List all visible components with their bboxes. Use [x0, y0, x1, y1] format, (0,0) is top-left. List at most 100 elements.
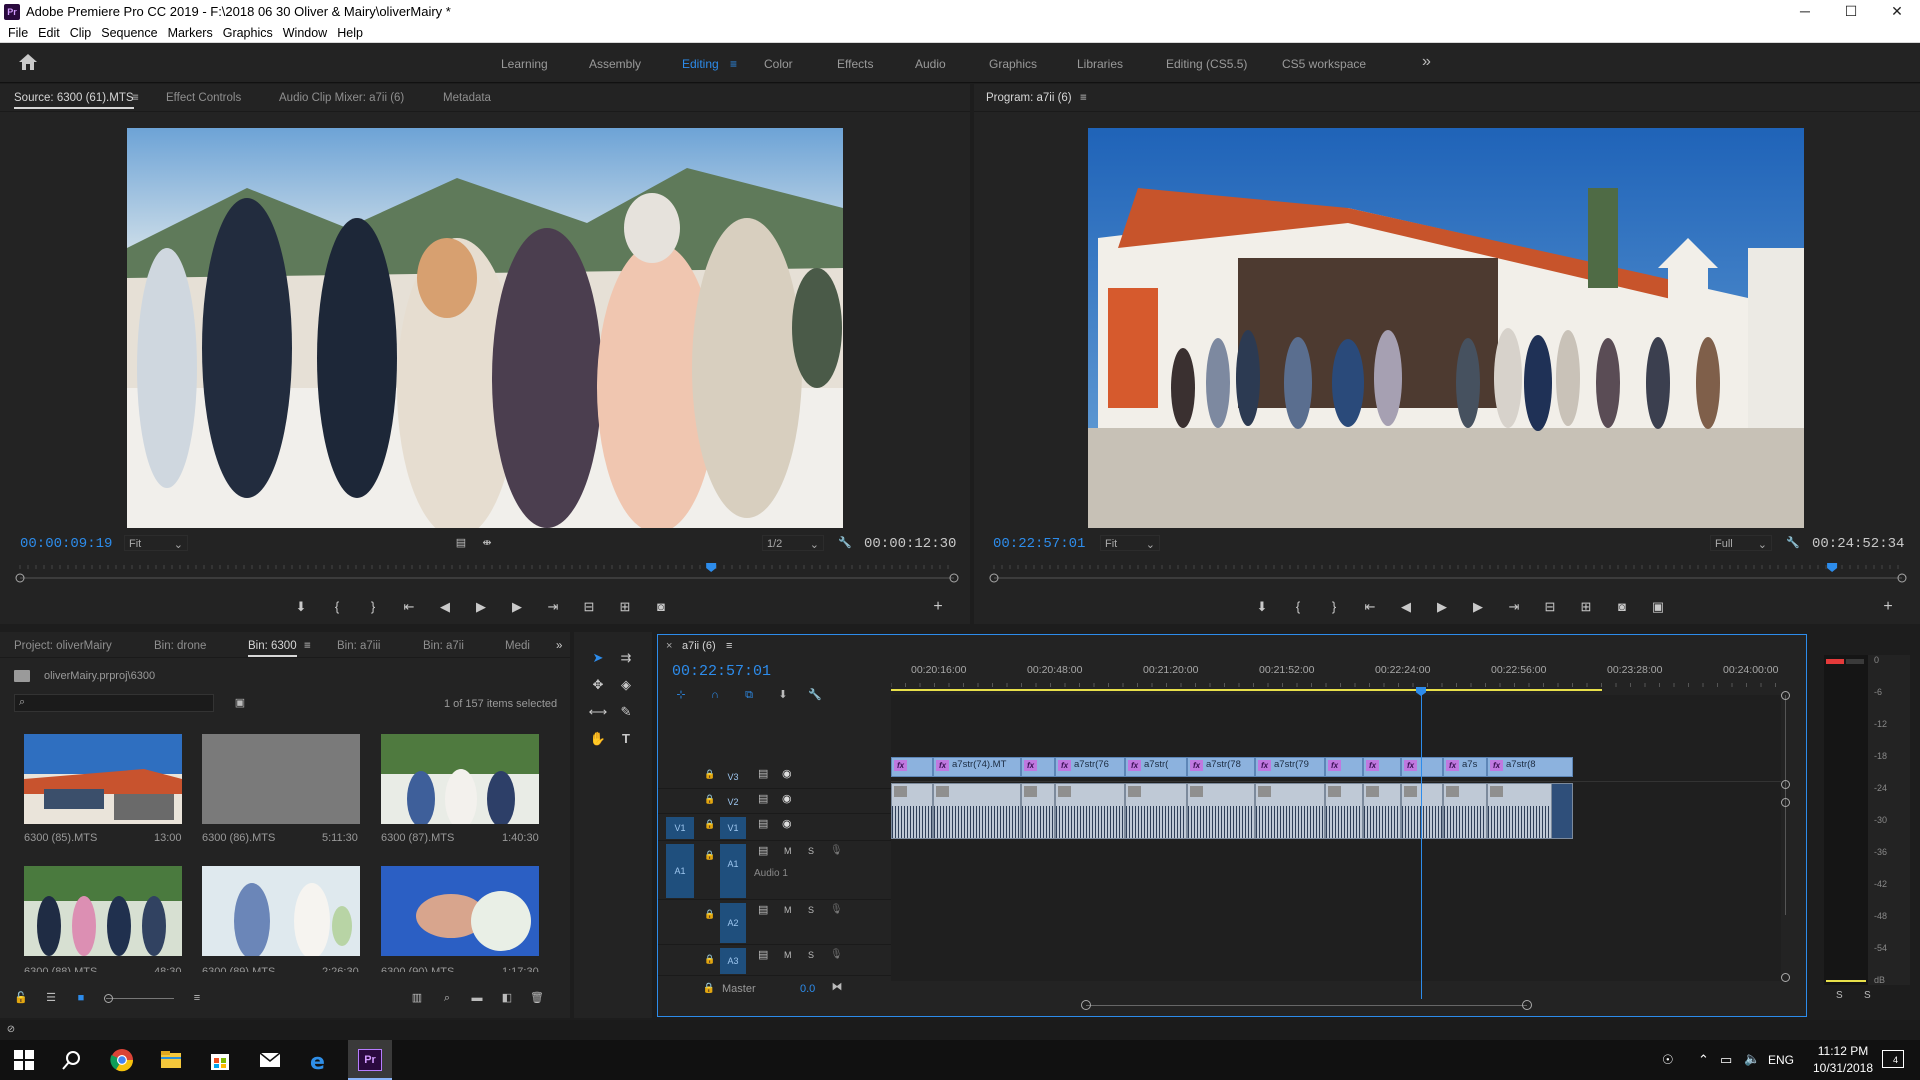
source-scrubber[interactable]	[14, 562, 960, 583]
video-clip[interactable]: fx a7str(74).MT	[933, 757, 1021, 777]
pen-tool-icon[interactable]: ✎	[614, 701, 638, 723]
microphone-icon[interactable]: 🎙	[830, 949, 843, 960]
menu-file[interactable]: File	[8, 24, 38, 42]
new-item-icon[interactable]: ◧	[496, 988, 518, 1008]
lock-icon[interactable]: 🔓	[10, 988, 32, 1008]
video-clip[interactable]: fx a7str(8	[1487, 757, 1573, 777]
program-tab-menu-icon[interactable]: ≡	[1080, 92, 1087, 104]
source-patch-v1[interactable]: V1	[666, 817, 694, 839]
step-back-icon[interactable]: ◀	[1388, 597, 1424, 617]
toggle-track-output-icon[interactable]: ▤	[758, 844, 768, 857]
solo-button[interactable]: S	[808, 846, 814, 856]
network-icon[interactable]: ▭	[1720, 1052, 1732, 1068]
scroll-handle[interactable]	[1781, 798, 1790, 807]
people-icon[interactable]: ☉	[1662, 1052, 1674, 1068]
overwrite-icon[interactable]: ⊞	[607, 597, 643, 617]
tab-audio-clip-mixer[interactable]: Audio Clip Mixer: a7ii (6)	[279, 92, 404, 104]
video-clip[interactable]: fx a7s	[1443, 757, 1487, 777]
ripple-edit-tool-icon[interactable]: ✥	[586, 674, 610, 696]
master-value[interactable]: 0.0	[800, 983, 815, 995]
tab-program[interactable]: Program: a7ii (6)	[986, 92, 1072, 107]
video-clip[interactable]: fx a7str(76	[1055, 757, 1125, 777]
store-icon[interactable]	[208, 1048, 232, 1072]
program-scrubber[interactable]	[988, 562, 1908, 583]
tab-effect-controls[interactable]: Effect Controls	[166, 92, 241, 104]
horizontal-scrollbar[interactable]	[1086, 1005, 1527, 1006]
workspace-cs5[interactable]: CS5 workspace	[1282, 57, 1366, 71]
workspace-editing-cs55[interactable]: Editing (CS5.5)	[1166, 57, 1247, 71]
timeline-timecode[interactable]: 00:22:57:01	[672, 663, 771, 680]
mark-out-icon[interactable]: }	[355, 597, 391, 617]
workspace-editing[interactable]: Editing	[682, 57, 719, 71]
audio-clip[interactable]	[1443, 783, 1487, 839]
clock-date[interactable]: 10/31/2018	[1806, 1061, 1880, 1075]
lock-icon[interactable]: 🔒	[704, 819, 715, 830]
list-view-icon[interactable]: ☰	[40, 988, 62, 1008]
add-marker-icon[interactable]: ⬇	[283, 597, 319, 617]
bin-tab-menu-icon[interactable]: ≡	[304, 640, 311, 652]
thumbnail[interactable]	[24, 734, 182, 824]
scroll-handle-left[interactable]	[1081, 1000, 1091, 1010]
comparison-view-icon[interactable]: ▣	[1640, 597, 1676, 617]
track-target-a1[interactable]: A1	[720, 844, 746, 898]
audio-clip[interactable]	[1325, 783, 1363, 839]
toggle-sync-lock-icon[interactable]: ▤	[758, 792, 768, 805]
trash-icon[interactable]: 🗑	[526, 988, 548, 1008]
extract-icon[interactable]: ⊞	[1568, 597, 1604, 617]
menu-help[interactable]: Help	[337, 24, 373, 42]
lift-icon[interactable]: ⊟	[1532, 597, 1568, 617]
thumbnail[interactable]	[381, 734, 539, 824]
chevron-up-icon[interactable]: ⌃	[1698, 1052, 1709, 1068]
language-indicator[interactable]: ENG	[1768, 1053, 1794, 1067]
workspace-assembly[interactable]: Assembly	[589, 57, 641, 71]
mark-in-icon[interactable]: {	[319, 597, 355, 617]
program-wrench-icon[interactable]: 🔧	[1782, 533, 1804, 553]
tracks-area[interactable]: fx fx a7str(74).MT fx fx a7str(76 fx a7str(fx a7…	[891, 695, 1781, 981]
tab-bin-a7ii[interactable]: Bin: a7ii	[423, 640, 464, 652]
menu-clip[interactable]: Clip	[70, 24, 102, 42]
play-icon[interactable]: ▶	[463, 597, 499, 617]
track-target-a3[interactable]: A3	[720, 948, 746, 974]
fit-width-icon[interactable]: ⇼	[476, 533, 498, 553]
audio-clip[interactable]	[1055, 783, 1125, 839]
audio-clip[interactable]	[1363, 783, 1401, 839]
audio-clip[interactable]	[1255, 783, 1325, 839]
workspace-menu-icon[interactable]: ≡	[730, 57, 737, 71]
workspace-libraries[interactable]: Libraries	[1077, 57, 1123, 71]
scroll-handle[interactable]	[1781, 691, 1790, 700]
tab-bin-6300[interactable]: Bin: 6300	[248, 640, 297, 657]
add-marker-icon[interactable]: ⬇	[1244, 597, 1280, 617]
tab-metadata[interactable]: Metadata	[443, 92, 491, 104]
timeline-tab[interactable]: a7ii (6)	[682, 640, 716, 652]
eye-icon[interactable]: ◉	[782, 817, 792, 830]
export-frame-icon[interactable]: ◙	[1604, 597, 1640, 617]
type-tool-icon[interactable]: T	[614, 728, 638, 750]
lock-icon[interactable]: 🔒	[704, 954, 715, 965]
workspace-graphics[interactable]: Graphics	[989, 57, 1037, 71]
timeline-settings-wrench-icon[interactable]: 🔧	[804, 685, 826, 705]
edge-icon[interactable]: e	[307, 1048, 331, 1072]
video-clip[interactable]: fx	[1021, 757, 1055, 777]
lock-icon[interactable]: 🔒	[704, 909, 715, 920]
menu-graphics[interactable]: Graphics	[223, 24, 283, 42]
slip-tool-icon[interactable]: ⟷	[586, 701, 610, 723]
playhead-line[interactable]	[1421, 693, 1422, 999]
audio-clip[interactable]	[1021, 783, 1055, 839]
mute-button[interactable]: M	[784, 846, 792, 856]
premiere-taskbar-button[interactable]: Pr	[348, 1040, 392, 1080]
tab-source[interactable]: Source: 6300 (61).MTS	[14, 92, 134, 109]
source-resolution-dropdown[interactable]: 1/2 ⌄	[762, 535, 824, 551]
mark-out-icon[interactable]: }	[1316, 597, 1352, 617]
source-patch-a1[interactable]: A1	[666, 844, 694, 898]
tab-bin-drone[interactable]: Bin: drone	[154, 640, 206, 652]
hand-tool-icon[interactable]: ✋	[586, 728, 610, 750]
home-icon[interactable]	[18, 53, 38, 71]
thumbnail[interactable]	[202, 734, 360, 824]
program-timecode[interactable]: 00:22:57:01	[993, 536, 1085, 552]
project-search-input[interactable]: ⌕	[14, 694, 214, 712]
audio-clip[interactable]	[1401, 783, 1443, 839]
workspace-effects[interactable]: Effects	[837, 57, 873, 71]
maximize-button[interactable]: ☐	[1828, 0, 1874, 24]
safe-margins-icon[interactable]: ▤	[450, 533, 472, 553]
program-fit-dropdown[interactable]: Fit ⌄	[1100, 535, 1160, 551]
